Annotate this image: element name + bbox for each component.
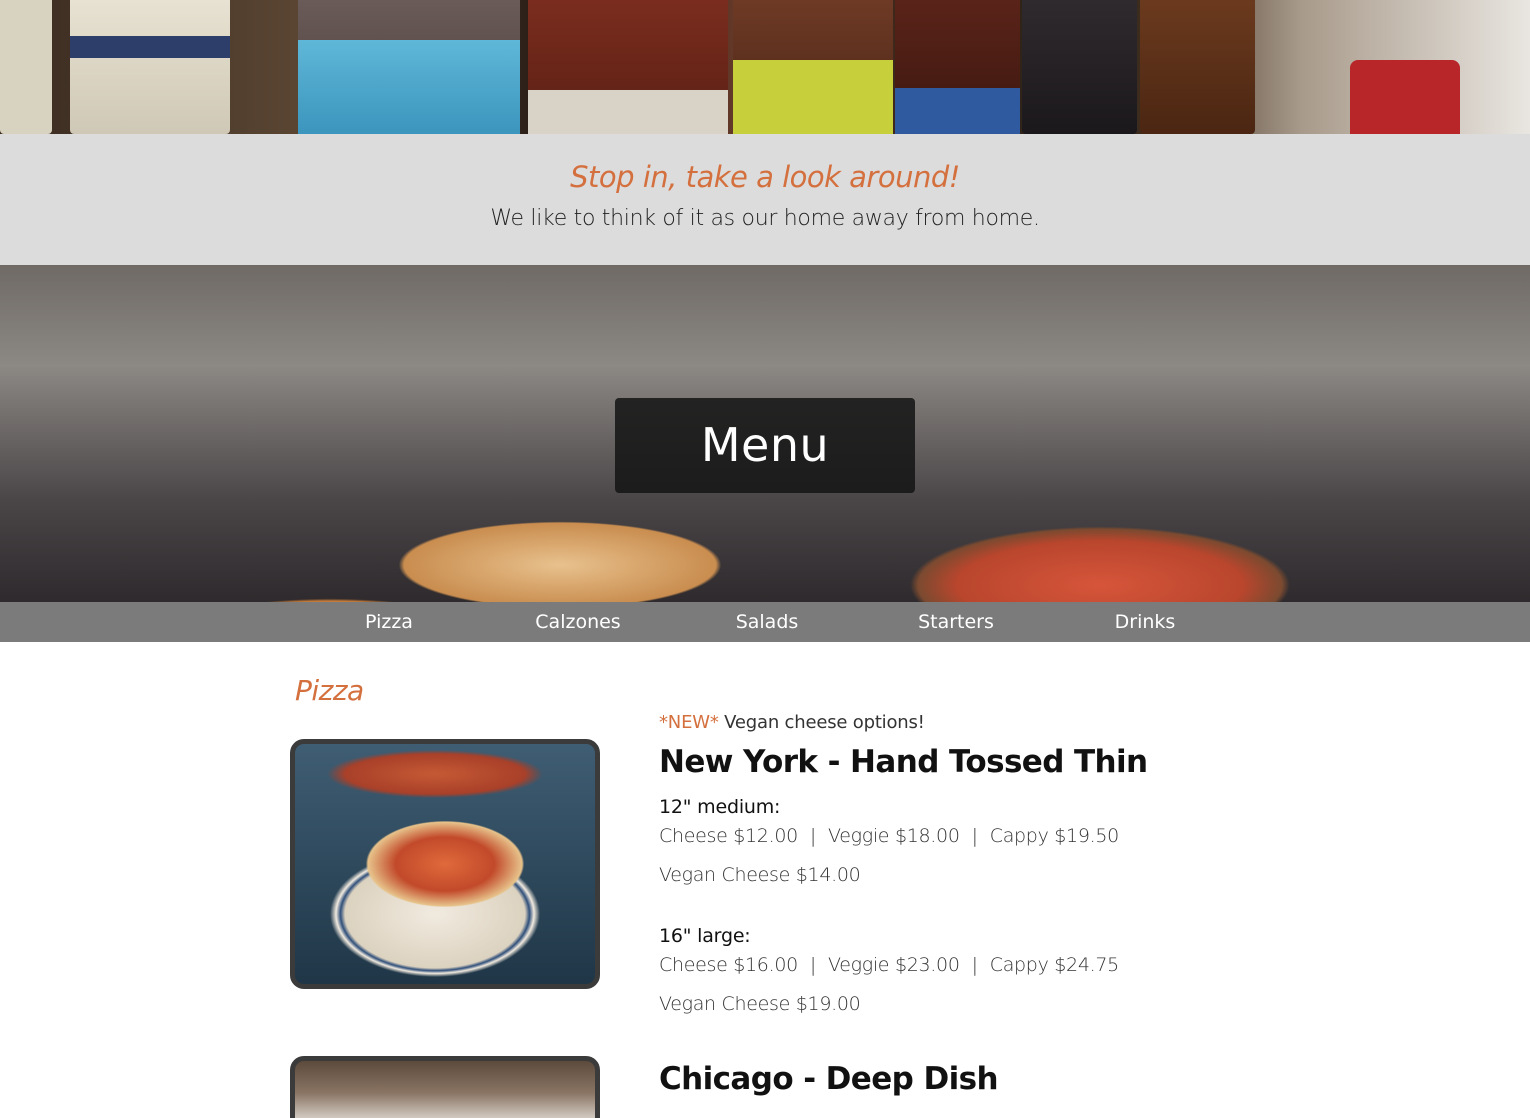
new-york-pizza-photo [290,739,600,989]
nav-item-calzones[interactable]: Calzones [503,602,653,642]
mug-image [1350,60,1460,134]
bottles-banner-image [0,0,1530,134]
bottle-image [733,0,893,134]
price-cappy: Cappy $19.50 [989,825,1120,847]
menu-category-nav: Pizza Calzones Salads Starters Drinks [0,602,1530,642]
price-vegan: Vegan Cheese $19.00 [659,993,861,1015]
price-vegan: Vegan Cheese $14.00 [659,864,861,886]
tagline-title: Stop in, take a look around! [570,160,960,194]
price-veggie: Veggie $23.00 [828,954,960,976]
price-cheese: Cheese $12.00 [659,825,798,847]
price-veggie: Veggie $18.00 [828,825,960,847]
tagline-band: Stop in, take a look around! We like to … [0,134,1530,265]
nav-item-salads[interactable]: Salads [692,602,842,642]
price-cappy: Cappy $24.75 [989,954,1120,976]
menu-heading: Menu [615,398,915,493]
section-title: Pizza [295,674,364,707]
bottle-image [895,0,1020,134]
new-note: *NEW* Vegan cheese options! [659,712,925,733]
nav-item-drinks[interactable]: Drinks [1070,602,1220,642]
wine-bottle-image [70,0,230,134]
price-separator: | [971,954,978,976]
new-badge: *NEW* [659,712,719,733]
size-label: 12" medium: [659,796,781,818]
new-note-text: Vegan cheese options! [724,712,925,733]
bottle-image [298,0,520,134]
bottle-image [1022,0,1137,134]
nav-item-pizza[interactable]: Pizza [314,602,464,642]
item-title: Chicago - Deep Dish [659,1061,999,1097]
bottle-image [0,0,52,134]
price-row: Cheese $12.00 | Veggie $18.00 | Cappy $19.50 [659,825,1119,847]
price-row: Cheese $16.00 | Veggie $23.00 | Cappy $24.75 [659,954,1119,976]
price-separator: | [971,825,978,847]
nav-item-starters[interactable]: Starters [881,602,1031,642]
bottle-image [528,0,728,134]
bottle-image [1140,0,1255,134]
item-title: New York - Hand Tossed Thin [659,744,1148,780]
size-label: 16" large: [659,925,751,947]
price-cheese: Cheese $16.00 [659,954,798,976]
tagline-subtitle: We like to think of it as our home away … [490,206,1040,231]
price-separator: | [809,954,817,976]
chicago-pizza-photo [290,1056,600,1118]
price-separator: | [809,825,817,847]
